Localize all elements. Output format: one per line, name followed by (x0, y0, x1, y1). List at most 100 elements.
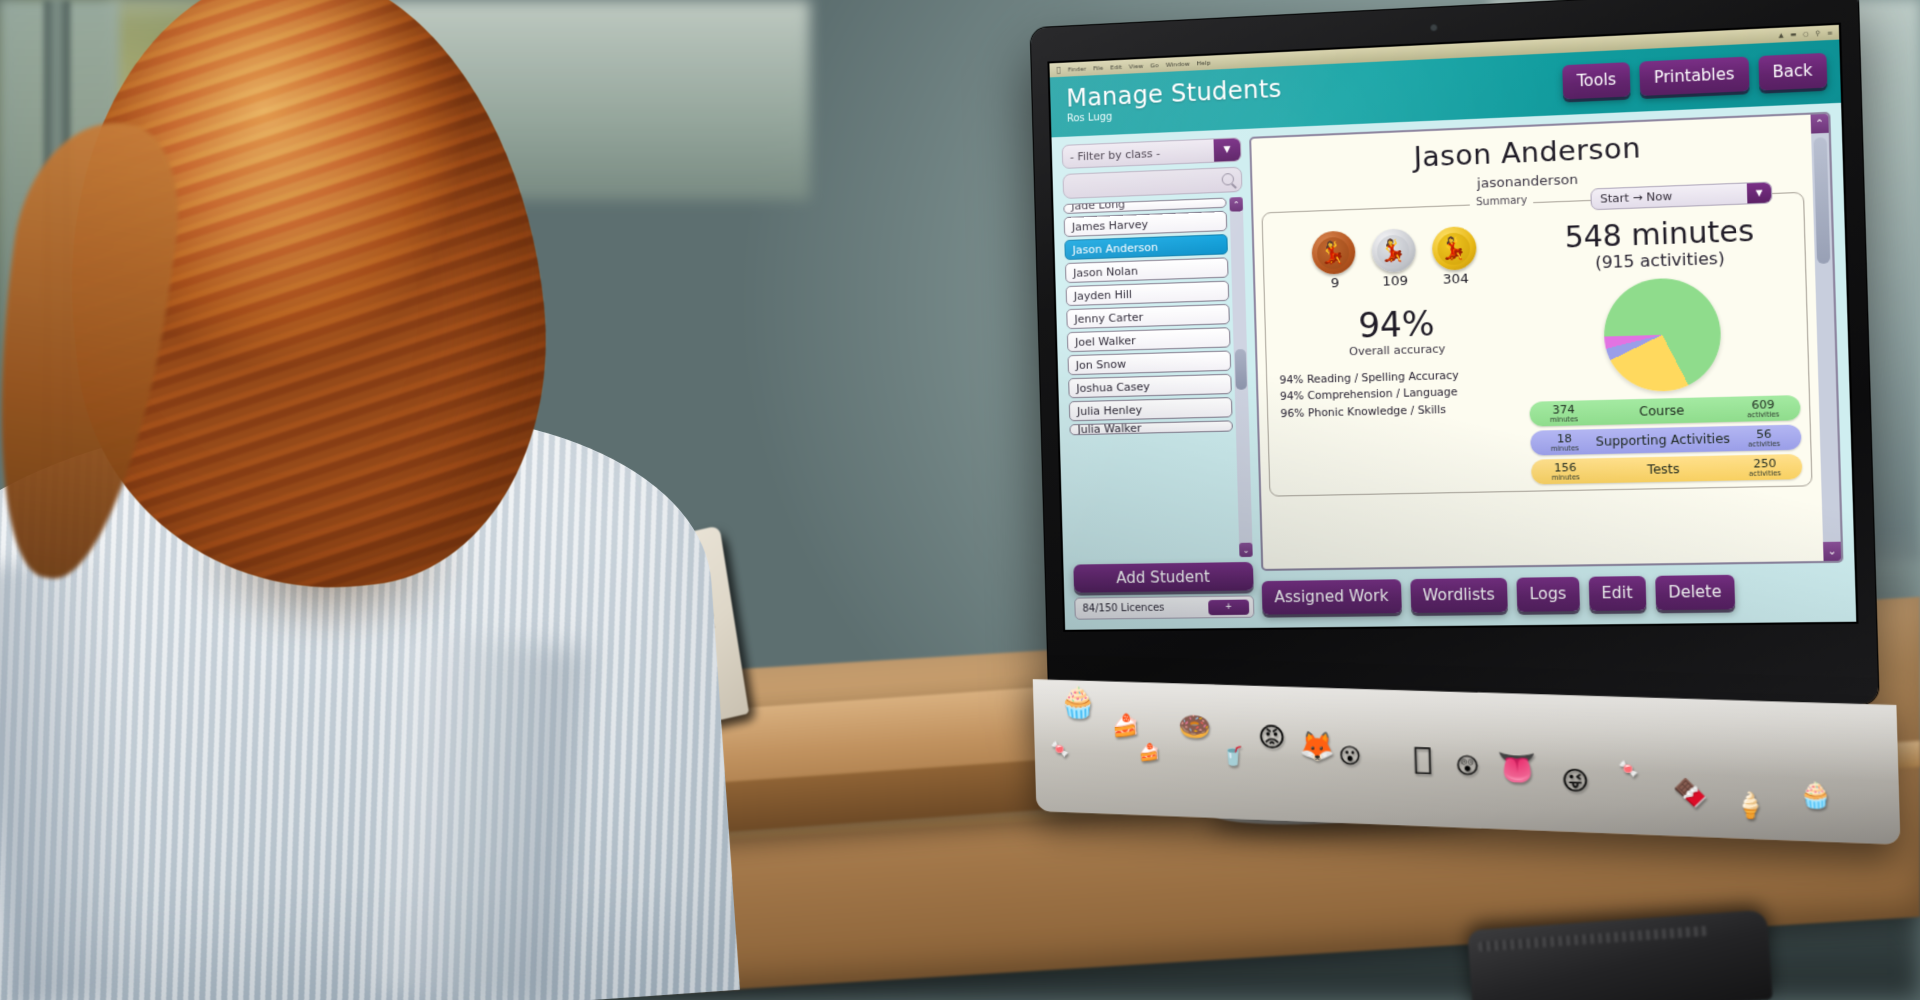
angry-face-sticker: 😡 (1257, 722, 1287, 754)
breakdown-activities: 250 activities (1748, 456, 1782, 478)
battery-icon[interactable]: ▬ (1790, 31, 1796, 39)
scroll-up-icon[interactable]: ⌃ (1810, 113, 1829, 134)
add-licences-button[interactable]: + (1208, 599, 1250, 616)
assigned-work-button[interactable]: Assigned Work (1261, 578, 1402, 615)
breakdown-row: 156 minutes Tests 250 activities (1531, 454, 1803, 485)
class-filter-dropdown[interactable]: - Filter by class - ▼ (1061, 137, 1242, 169)
student-list-item[interactable]: Jon Snow (1067, 350, 1232, 376)
camera-grip-texture (1478, 925, 1709, 952)
time-breakdown-rows: 374 minutes Course 609 activities 18 minutes Su… (1529, 395, 1803, 485)
menubar-item-help[interactable]: Help (1197, 59, 1211, 67)
chocolate-sticker: 🍫 (1672, 777, 1709, 811)
breakdown-category-name: Supporting Activities (1595, 431, 1731, 450)
menubar-item-edit[interactable]: Edit (1110, 63, 1122, 71)
breakdown-category-name: Course (1638, 403, 1685, 420)
printables-button[interactable]: Printables (1639, 56, 1750, 96)
clock-icon[interactable]: ○ (1803, 30, 1809, 38)
breakdown-activities: 609 activities (1747, 397, 1780, 420)
person-medal-icon: 💃 (1370, 228, 1416, 273)
cupcake-sticker-2: 🧁 (1799, 779, 1833, 811)
student-list[interactable]: Jade Long James Harvey Jason Anderson Jason… (1063, 197, 1236, 560)
wifi-icon[interactable]: ▲ (1778, 31, 1783, 39)
menubar-item-file[interactable]: File (1093, 64, 1103, 72)
header-button-group: Tools Printables Back (1562, 52, 1828, 100)
tools-button[interactable]: Tools (1562, 62, 1631, 100)
monitor-bezel:  Finder File Edit View Go Window Help ▲… (1030, 0, 1879, 709)
student-list-item[interactable]: Jason Nolan (1064, 257, 1229, 284)
breakdown-activities: 56 activities (1748, 427, 1781, 449)
search-icon[interactable]: ⚲ (1815, 29, 1820, 37)
edit-button[interactable]: Edit (1588, 575, 1647, 611)
medal-group: 💃 9 💃 109 💃 304 (1310, 225, 1479, 292)
person-medal-icon: 💃 (1431, 225, 1477, 271)
date-range-value: Start → Now (1600, 189, 1673, 206)
shirt-fold-right (374, 632, 586, 1000)
menubar-item-finder[interactable]: Finder (1068, 65, 1087, 73)
tongue-sticker: 👅 (1496, 749, 1538, 788)
action-button-bar: Assigned Work Wordlists Logs Edit Delete (1261, 569, 1844, 618)
wordlists-button[interactable]: Wordlists (1409, 577, 1508, 613)
apple-icon[interactable]:  (1056, 66, 1060, 74)
photo-scene: October 2018 MTWTFSS12345678910111213141… (0, 0, 1920, 1000)
summary-right-column: 548 minutes (915 activities) 374 minutes C… (1524, 210, 1803, 485)
student-list-item[interactable]: Jason Anderson (1064, 234, 1228, 261)
time-breakdown-pie-chart (1602, 277, 1722, 394)
total-activities-value: (915 activities) (1594, 248, 1725, 273)
scrollbar-thumb[interactable] (1813, 137, 1831, 264)
student-list-item[interactable]: James Harvey (1063, 210, 1228, 238)
wink-face-sticker: 😜 (1561, 765, 1590, 797)
menubar-item-go[interactable]: Go (1150, 62, 1159, 69)
total-minutes-value: 548 minutes (1564, 213, 1755, 255)
breakdown-minutes: 18 minutes (1550, 432, 1579, 453)
student-list-item[interactable]: Jenny Carter (1066, 303, 1230, 330)
breakdown-minutes: 374 minutes (1549, 402, 1579, 424)
imac-monitor:  Finder File Edit View Go Window Help ▲… (1030, 0, 1901, 845)
control-center-icon[interactable]: ≡ (1827, 29, 1833, 37)
detail-column: Jason Anderson jasonanderson Summary Sta… (1249, 111, 1845, 618)
student-list-item[interactable]: Joel Walker (1066, 327, 1231, 353)
accuracy-breakdown-list: 94% Reading / Spelling Accuracy 94% Compr… (1275, 368, 1460, 423)
class-filter-label: - Filter by class - (1069, 146, 1161, 164)
scrollbar-thumb[interactable] (1234, 349, 1248, 390)
back-button[interactable]: Back (1757, 52, 1828, 91)
cake-slice-sticker: 🍰 (1138, 742, 1161, 764)
candy-sticker: 🍬 (1050, 739, 1070, 759)
chevron-down-icon[interactable]: ▼ (1213, 138, 1241, 162)
person-medal-icon: 💃 (1310, 230, 1356, 275)
app-body: - Filter by class - ▼ Jade Long James Har… (1051, 103, 1856, 630)
student-list-item[interactable]: Julia Henley (1068, 397, 1233, 422)
student-list-item[interactable]: Joshua Casey (1068, 373, 1232, 399)
shocked-face-sticker: 😲 (1455, 753, 1480, 781)
webcam-icon (1430, 23, 1438, 32)
apple-logo-sticker:  (1413, 741, 1433, 778)
student-detail-content: Jason Anderson jasonanderson Summary Sta… (1251, 115, 1823, 569)
fox-sticker: 🦊 (1298, 728, 1336, 764)
bronze-medal: 💃 9 (1310, 230, 1358, 292)
cake-sticker: 🍰 (1111, 713, 1140, 740)
licences-status: 84/150 Licences + (1074, 595, 1255, 620)
add-student-button[interactable]: Add Student (1073, 561, 1254, 593)
menubar-item-view[interactable]: View (1129, 62, 1144, 70)
menubar-item-window[interactable]: Window (1166, 60, 1190, 68)
search-field[interactable] (1062, 166, 1243, 200)
logs-button[interactable]: Logs (1516, 576, 1580, 612)
delete-button[interactable]: Delete (1654, 574, 1736, 610)
silver-medal-count: 109 (1381, 273, 1409, 290)
menubar-status-area: ▲ ▬ ○ ⚲ ≡ (1778, 29, 1832, 39)
candy-sticker-2: 🍬 (1618, 759, 1640, 779)
scroll-up-icon[interactable]: ⌃ (1229, 196, 1244, 212)
scroll-down-icon[interactable]: ⌄ (1823, 541, 1842, 561)
scroll-down-icon[interactable]: ⌄ (1239, 542, 1253, 558)
donut-sticker: 🍩 (1177, 711, 1212, 744)
breakdown-minutes: 156 minutes (1551, 460, 1580, 482)
search-input[interactable] (1063, 167, 1242, 198)
overall-accuracy-label: Overall accuracy (1348, 342, 1446, 359)
student-list-item[interactable]: Julia Walker (1069, 420, 1233, 436)
gold-medal: 💃 304 (1431, 225, 1479, 288)
overall-accuracy-value: 94% (1357, 303, 1436, 346)
student-list-item[interactable]: Jayden Hill (1065, 280, 1230, 307)
chevron-down-icon[interactable]: ▼ (1746, 182, 1772, 204)
gold-medal-count: 304 (1442, 271, 1469, 288)
search-icon[interactable] (1221, 173, 1235, 186)
summary-left-column: 💃 9 💃 109 💃 304 94% Overall accuracy 94% Read… (1271, 220, 1525, 490)
